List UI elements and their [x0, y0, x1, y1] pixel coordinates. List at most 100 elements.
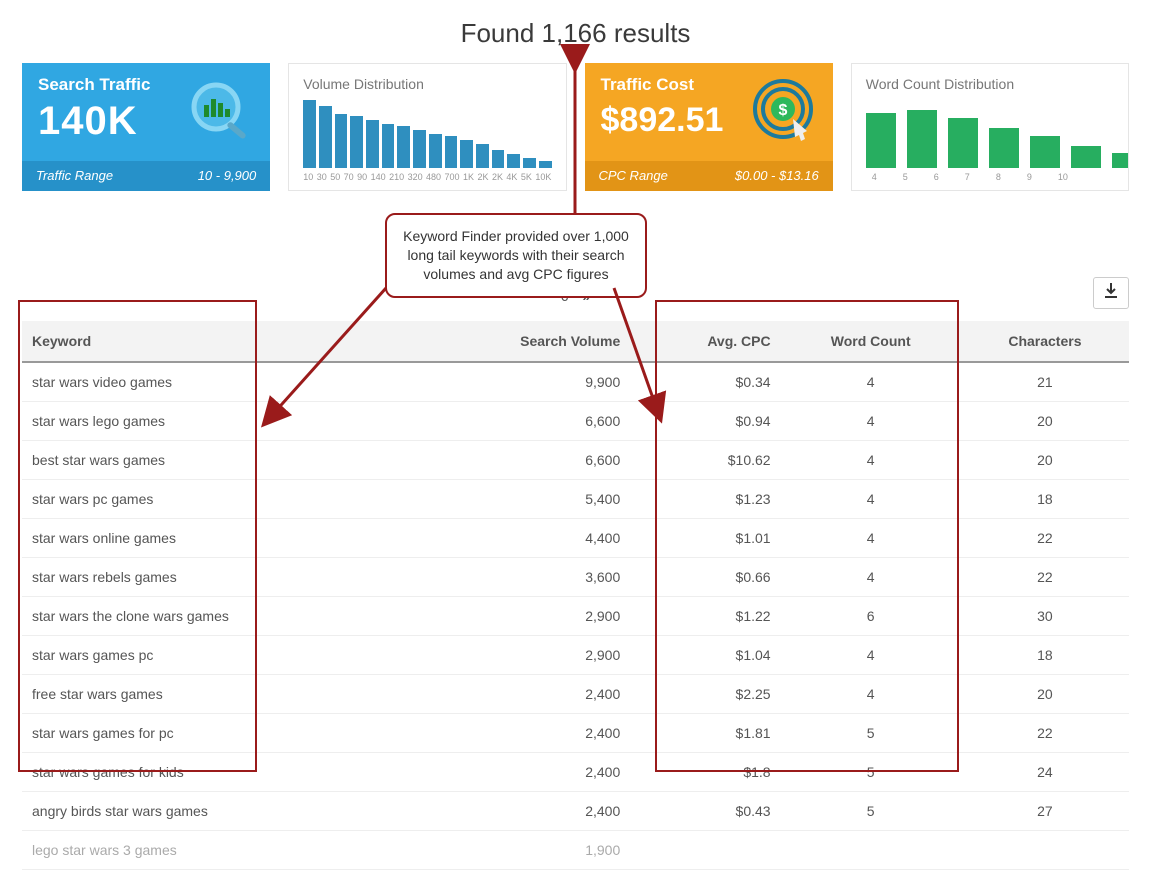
cell-keyword: star wars lego games [22, 402, 413, 441]
table-row[interactable]: star wars lego games6,600$0.94420 [22, 402, 1129, 441]
col-keyword[interactable]: Keyword [22, 321, 413, 362]
cell-volume: 2,400 [413, 714, 630, 753]
cell-keyword: star wars video games [22, 362, 413, 402]
tick-label: 210 [389, 172, 404, 182]
cell-wc [781, 831, 961, 870]
cell-wc: 4 [781, 362, 961, 402]
cell-volume: 2,900 [413, 636, 630, 675]
cell-chars: 30 [961, 597, 1129, 636]
col-avg-cpc[interactable]: Avg. CPC [630, 321, 780, 362]
traffic-range-label: Traffic Range [36, 161, 113, 191]
table-row[interactable]: star wars pc games5,400$1.23418 [22, 480, 1129, 519]
cell-chars: 20 [961, 675, 1129, 714]
tick-label: 5 [903, 172, 908, 182]
export-button[interactable] [1093, 277, 1129, 309]
table-row[interactable]: star wars video games9,900$0.34421 [22, 362, 1129, 402]
cell-wc: 4 [781, 480, 961, 519]
tick-label: 30 [317, 172, 327, 182]
traffic-cost-card: Traffic Cost $892.51 $ CPC Range $0.00 -… [585, 63, 833, 191]
cell-cpc: $1.04 [630, 636, 780, 675]
chart-bar [350, 116, 363, 168]
table-row[interactable]: star wars rebels games3,600$0.66422 [22, 558, 1129, 597]
chart-bar [866, 113, 896, 168]
table-row[interactable]: free star wars games2,400$2.25420 [22, 675, 1129, 714]
cell-wc: 4 [781, 636, 961, 675]
chart-bar [382, 124, 395, 168]
cell-cpc [630, 831, 780, 870]
cell-volume: 2,900 [413, 597, 630, 636]
chart-bar [989, 128, 1019, 168]
table-row[interactable]: lego star wars 3 games1,900 [22, 831, 1129, 870]
cell-volume: 6,600 [413, 441, 630, 480]
table-row[interactable]: angry birds star wars games2,400$0.43527 [22, 792, 1129, 831]
results-suffix: results [614, 18, 691, 48]
tick-label: 320 [408, 172, 423, 182]
cell-volume: 2,400 [413, 675, 630, 714]
col-search-volume[interactable]: Search Volume [413, 321, 630, 362]
cell-keyword: star wars games pc [22, 636, 413, 675]
table-row[interactable]: star wars online games4,400$1.01422 [22, 519, 1129, 558]
cell-keyword: star wars pc games [22, 480, 413, 519]
summary-cards: Search Traffic 140K Traffic Range 10 - 9 [22, 63, 1129, 191]
cell-keyword: star wars games for kids [22, 753, 413, 792]
table-row[interactable]: star wars the clone wars games2,900$1.22… [22, 597, 1129, 636]
pagination: 6 » [557, 286, 595, 306]
results-heading: Found 1,166 results [22, 18, 1129, 49]
cell-volume: 9,900 [413, 362, 630, 402]
tick-label: 10 [1058, 172, 1068, 182]
traffic-range-value: 10 - 9,900 [198, 161, 257, 191]
cell-keyword: star wars online games [22, 519, 413, 558]
chart-bar [303, 100, 316, 168]
cell-wc: 6 [781, 597, 961, 636]
table-row[interactable]: best star wars games6,600$10.62420 [22, 441, 1129, 480]
tick-label: 5K [521, 172, 532, 182]
table-row[interactable]: star wars games pc2,900$1.04418 [22, 636, 1129, 675]
cell-chars: 20 [961, 441, 1129, 480]
tick-label: 9 [1027, 172, 1032, 182]
cell-keyword: angry birds star wars games [22, 792, 413, 831]
cell-wc: 4 [781, 675, 961, 714]
volume-distribution-card: Volume Distribution 10305070901402103204… [288, 63, 566, 191]
cell-chars: 24 [961, 753, 1129, 792]
tick-label: 2K [492, 172, 503, 182]
chart-bar [1112, 153, 1129, 168]
tick-label: 50 [330, 172, 340, 182]
cell-chars [961, 831, 1129, 870]
tick-label: 480 [426, 172, 441, 182]
table-row[interactable]: star wars games for pc2,400$1.81522 [22, 714, 1129, 753]
cell-wc: 4 [781, 558, 961, 597]
cell-cpc: $0.94 [630, 402, 780, 441]
chart-bar [460, 140, 473, 168]
next-page-button[interactable]: » [579, 286, 595, 306]
wordcount-distribution-ticks: 45678910 [866, 172, 1114, 182]
cell-chars: 22 [961, 558, 1129, 597]
search-traffic-card: Search Traffic 140K Traffic Range 10 - 9 [22, 63, 270, 191]
chart-bar [445, 136, 458, 168]
results-prefix: Found [461, 18, 535, 48]
chart-bar [476, 144, 489, 168]
chart-bar [429, 134, 442, 168]
keywords-table: Keyword Search Volume Avg. CPC Word Coun… [22, 321, 1129, 870]
chart-bar [907, 110, 937, 168]
cell-cpc: $0.66 [630, 558, 780, 597]
tick-label: 4K [506, 172, 517, 182]
cell-chars: 27 [961, 792, 1129, 831]
cell-chars: 22 [961, 519, 1129, 558]
cpc-range-value: $0.00 - $13.16 [735, 161, 819, 191]
cell-wc: 4 [781, 519, 961, 558]
cell-cpc: $1.01 [630, 519, 780, 558]
page-number[interactable]: 6 [557, 286, 573, 306]
chart-bar [1030, 136, 1060, 168]
cell-keyword: best star wars games [22, 441, 413, 480]
target-dollar-icon: $ [747, 79, 819, 150]
cell-keyword: lego star wars 3 games [22, 831, 413, 870]
cell-cpc: $0.34 [630, 362, 780, 402]
col-characters[interactable]: Characters [961, 321, 1129, 362]
table-row[interactable]: star wars games for kids2,400$1.8524 [22, 753, 1129, 792]
col-word-count[interactable]: Word Count [781, 321, 961, 362]
tick-label: 10 [303, 172, 313, 182]
table-header-row: Keyword Search Volume Avg. CPC Word Coun… [22, 321, 1129, 362]
cell-keyword: star wars games for pc [22, 714, 413, 753]
cell-chars: 20 [961, 402, 1129, 441]
cell-cpc: $1.22 [630, 597, 780, 636]
